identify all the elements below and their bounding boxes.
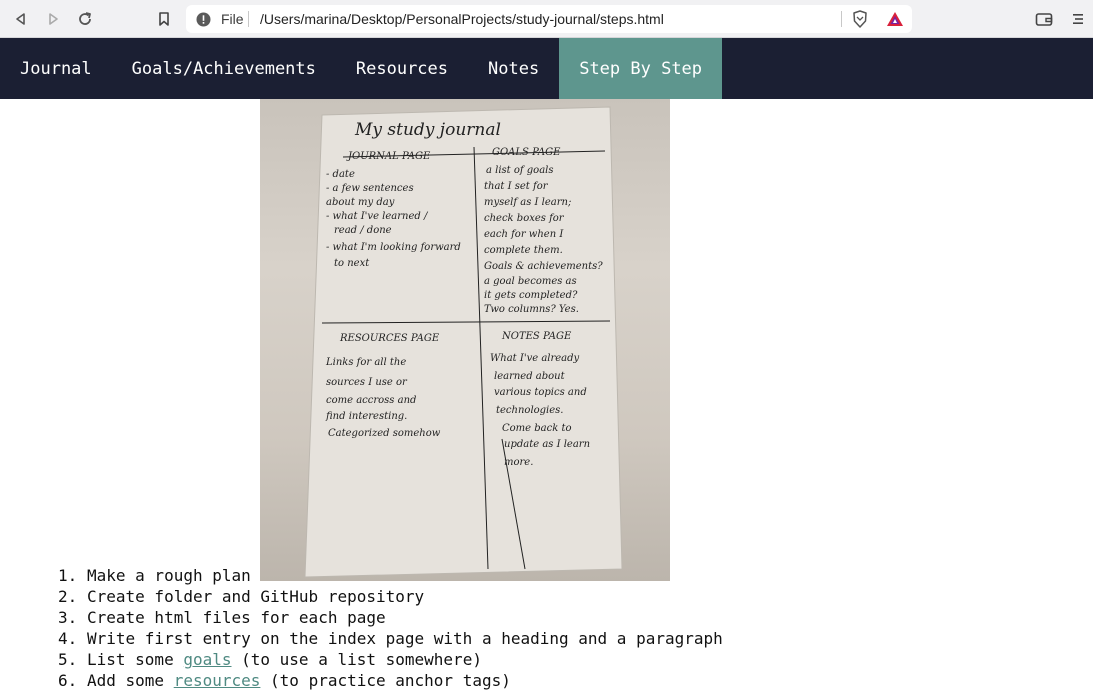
note-line: learned about	[494, 371, 566, 382]
note-line: a list of goals	[486, 165, 553, 176]
photo-title: My study journal	[354, 120, 501, 140]
note-line: it gets completed?	[484, 290, 578, 301]
step-text: Add some	[87, 671, 174, 690]
note-line: sources I use or	[326, 377, 408, 388]
step-number: 4.	[58, 629, 78, 648]
step-number: 1.	[58, 566, 78, 585]
note-line: each for when I	[484, 229, 564, 240]
step-number: 3.	[58, 608, 78, 627]
note-line: that I set for	[484, 181, 549, 192]
info-icon[interactable]	[196, 12, 211, 32]
note-line: update as I learn	[504, 439, 590, 450]
brave-rewards-icon[interactable]	[886, 11, 904, 32]
note-line: a goal becomes as	[484, 276, 577, 287]
forward-icon[interactable]	[43, 9, 63, 29]
note-line: Two columns? Yes.	[484, 304, 579, 315]
list-item: 4. Write first entry on the index page wi…	[58, 628, 723, 649]
note-line: more.	[504, 457, 533, 468]
note-line: Come back to	[502, 423, 572, 434]
note-line: various topics and	[494, 387, 587, 398]
goals-link[interactable]: goals	[183, 650, 231, 669]
bookmark-icon[interactable]	[154, 9, 174, 29]
note-line: - what I'm looking forward	[326, 242, 461, 253]
brave-shield-icon[interactable]	[851, 10, 869, 33]
note-line: Categorized somehow	[328, 428, 441, 439]
step-text: Create folder and GitHub repository	[87, 587, 425, 606]
step-text: (to practice anchor tags)	[260, 671, 511, 690]
note-line: Links for all the	[325, 357, 406, 368]
note-line: come accross and	[326, 395, 416, 406]
resources-link[interactable]: resources	[174, 671, 261, 690]
note-line: - a few sentences	[326, 183, 414, 194]
url-separator	[841, 11, 842, 27]
note-line: find interesting.	[325, 411, 407, 422]
steps-list: 1. Make a rough plan 2. Create folder and …	[58, 565, 723, 691]
url-scheme-label: File	[221, 11, 244, 27]
note-line: Goals & achievements?	[484, 261, 603, 272]
reload-icon[interactable]	[75, 9, 95, 29]
note-line: - date	[326, 169, 355, 180]
list-item: 3. Create html files for each page	[58, 607, 723, 628]
plan-photo: My study journal JOURNAL PAGE - date - a…	[260, 99, 670, 581]
step-number: 5.	[58, 650, 78, 669]
step-text: Create html files for each page	[87, 608, 386, 627]
note-line: What I've already	[490, 353, 580, 364]
site-nav: Journal Goals/Achievements Resources Not…	[0, 38, 1093, 99]
step-number: 2.	[58, 587, 78, 606]
step-text: Make a rough plan	[87, 566, 251, 585]
step-text: List some	[87, 650, 184, 669]
note-line: about my day	[326, 197, 395, 208]
step-text: Write first entry on the index page with…	[87, 629, 723, 648]
note-line: myself as I learn;	[484, 197, 571, 208]
list-item: 5. List some goals (to use a list somewhe…	[58, 649, 723, 670]
note-line: complete them.	[484, 245, 563, 256]
note-line: to next	[334, 258, 370, 269]
url-separator	[248, 11, 249, 27]
list-item: 2. Create folder and GitHub repository	[58, 586, 723, 607]
section-heading: JOURNAL PAGE	[346, 151, 431, 162]
nav-item-notes[interactable]: Notes	[468, 38, 559, 99]
nav-item-goals[interactable]: Goals/Achievements	[112, 38, 336, 99]
back-icon[interactable]	[11, 9, 31, 29]
section-heading: NOTES PAGE	[501, 331, 572, 342]
section-heading: GOALS PAGE	[492, 147, 561, 158]
list-item: 1. Make a rough plan	[58, 565, 723, 586]
step-text: (to use a list somewhere)	[231, 650, 482, 669]
menu-icon[interactable]	[1068, 9, 1088, 29]
wallet-icon[interactable]	[1034, 9, 1054, 29]
address-bar[interactable]: File /Users/marina/Desktop/PersonalProje…	[186, 5, 912, 33]
section-heading: RESOURCES PAGE	[339, 333, 440, 344]
note-line: - what I've learned /	[326, 211, 429, 222]
browser-toolbar: File /Users/marina/Desktop/PersonalProje…	[0, 0, 1093, 38]
nav-item-step-by-step[interactable]: Step By Step	[559, 38, 723, 99]
note-line: check boxes for	[484, 213, 565, 224]
url-text[interactable]: /Users/marina/Desktop/PersonalProjects/s…	[260, 11, 664, 27]
nav-item-resources[interactable]: Resources	[336, 38, 468, 99]
note-line: technologies.	[496, 405, 564, 416]
note-line: read / done	[334, 225, 392, 236]
nav-item-journal[interactable]: Journal	[0, 38, 112, 99]
